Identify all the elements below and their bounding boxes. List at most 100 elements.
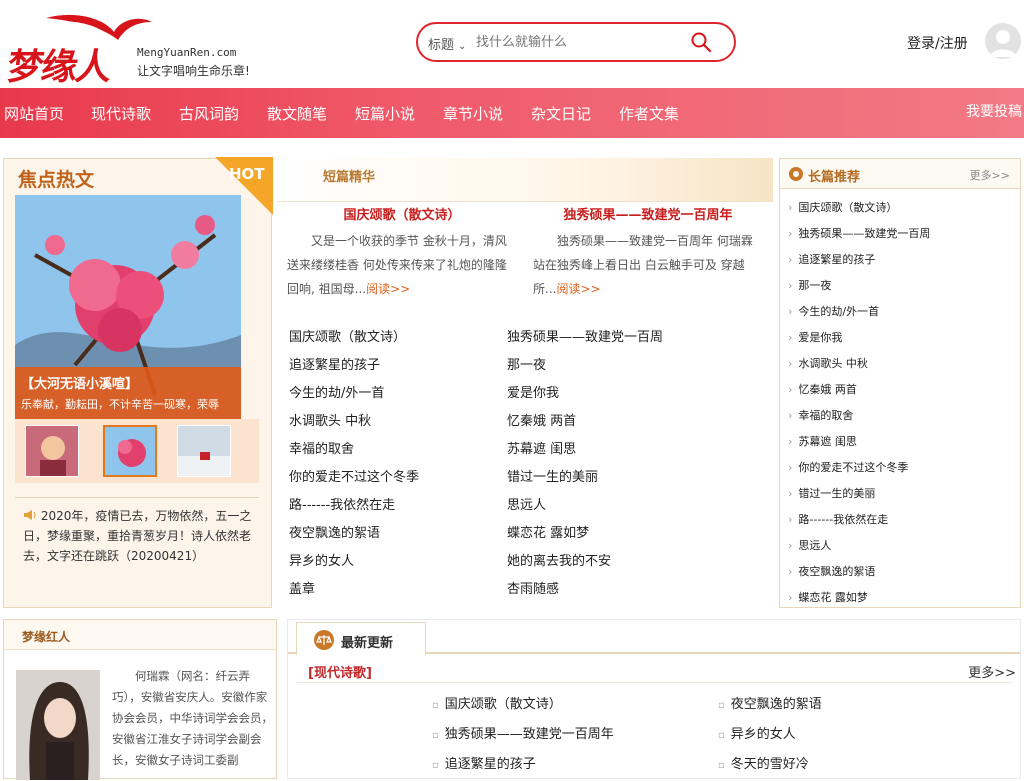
- featured-article: 国庆颂歌（散文诗） 又是一个收获的季节 金秋十月，清风送来缕缕桂香 何处传来传来…: [287, 204, 517, 301]
- category-link[interactable]: [现代诗歌]: [308, 662, 372, 681]
- site-logo[interactable]: 梦缘人 MengYuanRen.com 让文字唱响生命乐章!: [4, 8, 254, 88]
- list-item[interactable]: 杏雨随感: [507, 576, 663, 604]
- list-item[interactable]: 国庆颂歌（散文诗）: [289, 324, 419, 352]
- featured-article-title[interactable]: 独秀硕果——致建党一百周年: [533, 204, 763, 223]
- featured-article: 独秀硕果——致建党一百周年 独秀硕果——致建党一百周年 何瑞霖 站在独秀峰上看日…: [533, 204, 763, 301]
- featured-caption[interactable]: 【大河无语小溪喧】 乐奉献，勤耘田，不计辛苦一砚寒，荣辱: [15, 367, 241, 425]
- panel-title: 短篇精华: [323, 170, 376, 185]
- list-item[interactable]: 路------我依然在走: [289, 492, 419, 520]
- logo-slogan: 让文字唱响生命乐章!: [137, 64, 250, 78]
- list-item[interactable]: 爱是你我: [788, 325, 930, 351]
- list-item[interactable]: 冬天的雪好冷: [718, 750, 822, 780]
- panel-header: 长篇推荐 更多>>: [780, 159, 1020, 189]
- list-item[interactable]: 夜空飘逸的絮语: [718, 690, 822, 720]
- list-item[interactable]: 错过一生的美丽: [507, 464, 663, 492]
- panel-header: 短篇精华: [277, 158, 773, 202]
- list-item[interactable]: 蝶恋花 露如梦: [507, 520, 663, 548]
- list-item[interactable]: 你的爱走不过这个冬季: [289, 464, 419, 492]
- list-item[interactable]: 今生的劫/外一首: [788, 299, 930, 325]
- nav-item-chapter-novels[interactable]: 章节小说: [443, 103, 503, 124]
- list-item[interactable]: 她的离去我的不安: [507, 548, 663, 576]
- main-nav: 网站首页 现代诗歌 古风词韵 散文随笔 短篇小说 章节小说 杂文日记 作者文集 …: [0, 88, 1024, 138]
- list-item[interactable]: 水调歌头 中秋: [289, 408, 419, 436]
- more-link[interactable]: 更多>>: [968, 662, 1016, 681]
- featured-article-title[interactable]: 国庆颂歌（散文诗）: [287, 204, 517, 223]
- user-avatar-icon[interactable]: [985, 23, 1021, 59]
- list-item[interactable]: 追逐繁星的孩子: [432, 750, 614, 780]
- list-item[interactable]: 夜空飘逸的絮语: [788, 559, 930, 585]
- short-list-left: 国庆颂歌（散文诗） 追逐繁星的孩子 今生的劫/外一首 水调歌头 中秋 幸福的取舍…: [289, 324, 419, 604]
- list-item[interactable]: 夜空飘逸的絮语: [289, 520, 419, 548]
- list-item[interactable]: 盖章: [289, 576, 419, 604]
- list-item[interactable]: 路------我依然在走: [788, 507, 930, 533]
- announcement-text: 2020年，疫情已去，万物依然，五一之日，梦缘重聚，重拾青葱岁月！诗人依然老去，…: [23, 509, 252, 563]
- list-item[interactable]: 爱是你我: [507, 380, 663, 408]
- list-item[interactable]: 今生的劫/外一首: [289, 380, 419, 408]
- list-item[interactable]: 独秀硕果——致建党一百周: [507, 324, 663, 352]
- list-item[interactable]: 水调歌头 中秋: [788, 351, 930, 377]
- nav-item-home[interactable]: 网站首页: [4, 103, 64, 124]
- list-item[interactable]: 那一夜: [507, 352, 663, 380]
- list-item[interactable]: 思远人: [788, 533, 930, 559]
- nav-item-diary[interactable]: 杂文日记: [531, 103, 591, 124]
- list-item[interactable]: 你的爱走不过这个冬季: [788, 455, 930, 481]
- list-item[interactable]: 蝶恋花 露如梦: [788, 585, 930, 611]
- chevron-down-icon: ⌄: [458, 41, 467, 52]
- nav-item-modern-poetry[interactable]: 现代诗歌: [91, 103, 151, 124]
- list-item[interactable]: 错过一生的美丽: [788, 481, 930, 507]
- featured-author-panel: 梦缘红人 何瑞霖（网名：纤云弄巧），安徽省安庆人。安徽作家协会会员，中华诗词学会…: [3, 619, 277, 780]
- login-register-link[interactable]: 登录/注册: [907, 33, 968, 53]
- svg-text:HOT: HOT: [229, 165, 265, 183]
- nav-item-short-stories[interactable]: 短篇小说: [355, 103, 415, 124]
- search-icon[interactable]: [690, 31, 712, 53]
- panel-title: 焦点热文: [18, 169, 95, 191]
- nav-item-author-collections[interactable]: 作者文集: [619, 103, 679, 124]
- list-item[interactable]: 忆秦娥 两首: [507, 408, 663, 436]
- caption-title: 【大河无语小溪喧】: [21, 377, 139, 392]
- panel-title: 梦缘红人: [22, 630, 71, 644]
- list-item[interactable]: 国庆颂歌（散文诗）: [788, 195, 930, 221]
- long-list: 国庆颂歌（散文诗） 独秀硕果——致建党一百周 追逐繁星的孩子 那一夜 今生的劫/…: [788, 195, 930, 611]
- panel-header: 梦缘红人: [4, 620, 276, 650]
- announcement: 2020年，疫情已去，万物依然，五一之日，梦缘重聚，重拾青葱岁月！诗人依然老去，…: [15, 497, 259, 597]
- flower-icon: [789, 167, 803, 181]
- panel-title: 最新更新: [341, 636, 394, 651]
- author-photo[interactable]: [16, 670, 100, 780]
- thumbnail[interactable]: [177, 425, 231, 477]
- list-item[interactable]: 追逐繁星的孩子: [788, 247, 930, 273]
- more-link[interactable]: 更多>>: [970, 167, 1010, 183]
- list-item[interactable]: 幸福的取舍: [788, 403, 930, 429]
- list-item[interactable]: 异乡的女人: [718, 720, 822, 750]
- long-recommend-panel: 长篇推荐 更多>> 国庆颂歌（散文诗） 独秀硕果——致建党一百周 追逐繁星的孩子…: [779, 158, 1021, 608]
- list-item[interactable]: 忆秦娥 两首: [788, 377, 930, 403]
- author-bio: 何瑞霖（网名：纤云弄巧），安徽省安庆人。安徽作家协会会员，中华诗词学会会员，安徽…: [112, 669, 273, 767]
- nav-item-classical-ci[interactable]: 古风词韵: [179, 103, 239, 124]
- thumbnail[interactable]: [25, 425, 79, 477]
- thumbnail-active[interactable]: [103, 425, 157, 477]
- list-item[interactable]: 思远人: [507, 492, 663, 520]
- caption-subtitle: 乐奉献，勤耘田，不计辛苦一砚寒，荣辱: [21, 398, 219, 411]
- list-item[interactable]: 苏幕遮 闺思: [788, 429, 930, 455]
- list-item[interactable]: 幸福的取舍: [289, 436, 419, 464]
- search-type-select[interactable]: 标题 ⌄: [428, 34, 466, 53]
- list-item[interactable]: 独秀硕果——致建党一百周: [788, 221, 930, 247]
- read-more-link[interactable]: 阅读>>: [556, 282, 600, 296]
- list-item[interactable]: 那一夜: [788, 273, 930, 299]
- list-item[interactable]: 国庆颂歌（散文诗）: [432, 690, 614, 720]
- latest-updates-panel: 最新更新 [现代诗歌] 更多>> 国庆颂歌（散文诗） 独秀硕果——致建党一百周年…: [287, 619, 1021, 779]
- short-list-right: 独秀硕果——致建党一百周 那一夜 爱是你我 忆秦娥 两首 苏幕遮 闺思 错过一生…: [507, 324, 663, 604]
- list-item[interactable]: 异乡的女人: [289, 548, 419, 576]
- scale-icon: [314, 630, 334, 650]
- megaphone-icon: [23, 507, 37, 520]
- tab-latest[interactable]: 最新更新: [296, 622, 426, 656]
- nav-item-essays[interactable]: 散文随笔: [267, 103, 327, 124]
- list-item[interactable]: 苏幕遮 闺思: [507, 436, 663, 464]
- logo-text: 梦缘人: [4, 46, 113, 88]
- short-essence-panel: 短篇精华 国庆颂歌（散文诗） 又是一个收获的季节 金秋十月，清风送来缕缕桂香 何…: [277, 158, 773, 308]
- latest-list-right: 夜空飘逸的絮语 异乡的女人 冬天的雪好冷: [718, 690, 822, 780]
- search-input[interactable]: [476, 32, 676, 52]
- list-item[interactable]: 独秀硕果——致建党一百周年: [432, 720, 614, 750]
- list-item[interactable]: 追逐繁星的孩子: [289, 352, 419, 380]
- read-more-link[interactable]: 阅读>>: [366, 282, 410, 296]
- submit-post-link[interactable]: 我要投稿: [966, 101, 1022, 121]
